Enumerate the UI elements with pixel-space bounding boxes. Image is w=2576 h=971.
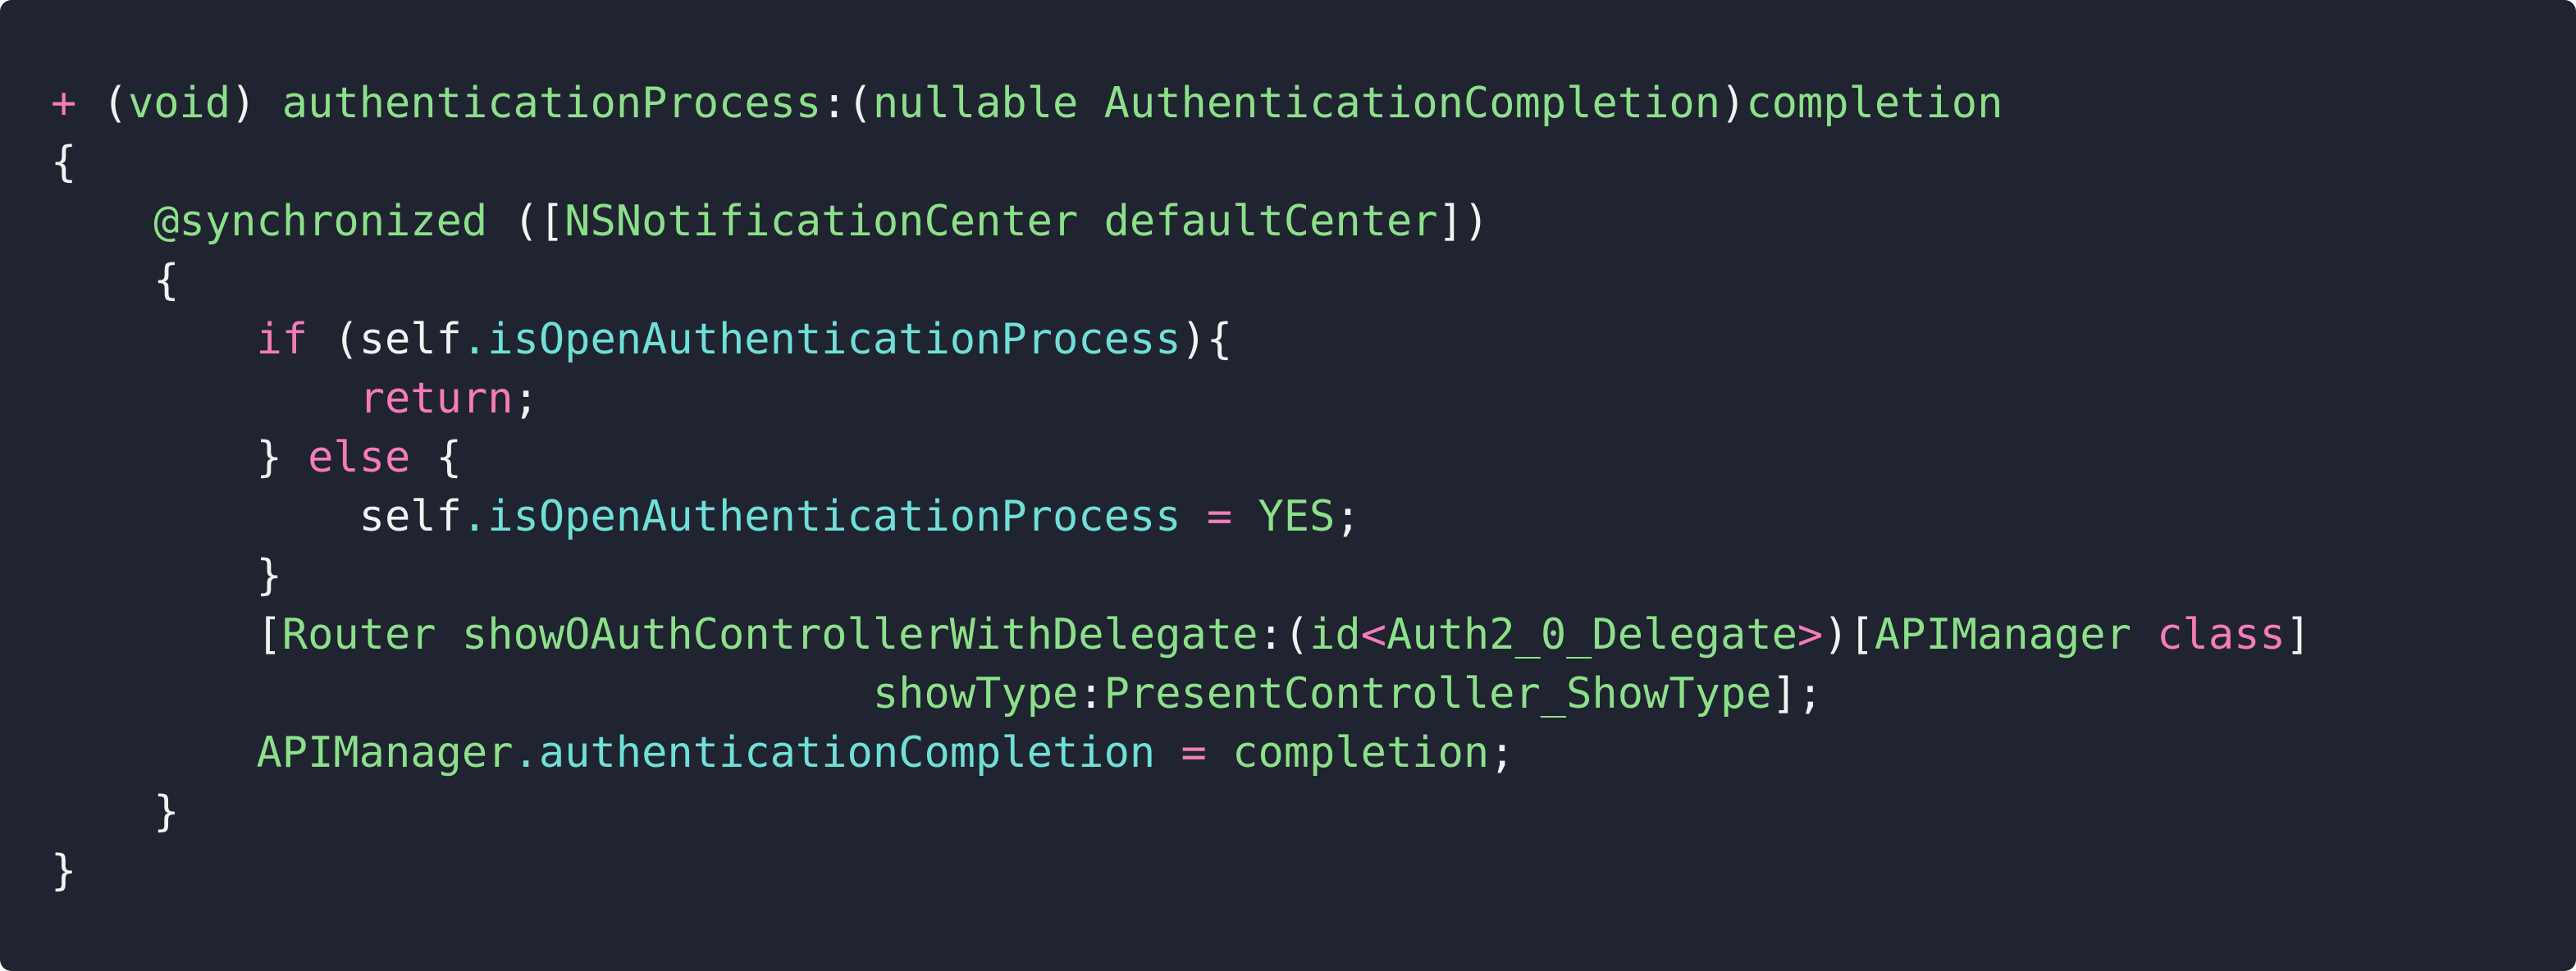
code-token-plain: ){ <box>1181 315 1233 364</box>
code-token-identifier: void <box>127 79 231 128</box>
code-line: showType:PresentController_ShowType]; <box>51 664 2576 723</box>
code-token-plain: ([ <box>487 197 565 246</box>
code-token-identifier: NSNotificationCenter <box>564 197 1079 246</box>
code-token-plain: ) <box>231 79 282 128</box>
code-token-plain: :( <box>1258 610 1310 659</box>
code-block: + (void) authenticationProcess:(nullable… <box>51 74 2576 900</box>
code-line: } <box>51 841 2576 900</box>
code-token-plain: ; <box>1489 728 1515 777</box>
code-token-plain: (self <box>308 315 462 364</box>
code-token-identifier: completion <box>1232 728 1490 777</box>
code-token-identifier: Auth2_0_Delegate <box>1386 610 1797 659</box>
code-line: } <box>51 782 2576 841</box>
code-token-keyword: else <box>308 433 411 482</box>
code-line: { <box>51 251 2576 310</box>
code-token-keyword: > <box>1797 610 1824 659</box>
code-line: } else { <box>51 428 2576 487</box>
code-token-identifier: authenticationProcess <box>281 79 822 128</box>
code-line: { <box>51 133 2576 192</box>
code-token-keyword: + <box>51 79 77 128</box>
code-token-identifier: APIManager <box>1874 610 2131 659</box>
code-token-plain: ) <box>1720 79 1747 128</box>
code-token-identifier: PresentController_ShowType <box>1103 669 1772 718</box>
code-token-identifier: @synchronized <box>153 197 488 246</box>
code-token-identifier: id <box>1309 610 1361 659</box>
code-token-identifier: APIManager <box>256 728 514 777</box>
code-token-identifier: completion <box>1746 79 2003 128</box>
code-token-plain: ]) <box>1437 197 1490 246</box>
code-line: APIManager.authenticationCompletion = co… <box>51 723 2576 782</box>
code-token-keyword: if <box>256 315 308 364</box>
code-token-identifier: Router <box>281 610 436 659</box>
code-token-identifier: defaultCenter <box>1103 197 1438 246</box>
code-token-property: .isOpenAuthenticationProcess <box>461 315 1181 364</box>
code-line: + (void) authenticationProcess:(nullable… <box>51 74 2576 133</box>
code-line: if (self.isOpenAuthenticationProcess){ <box>51 310 2576 369</box>
code-token-keyword: class <box>2157 610 2286 659</box>
code-token-plain: } <box>51 433 308 482</box>
code-token-plain: ]; <box>1771 669 1824 718</box>
code-token-keyword: = <box>1181 728 1207 777</box>
code-line: return; <box>51 369 2576 428</box>
code-token-plain: } <box>51 551 282 600</box>
code-line: self.isOpenAuthenticationProcess = YES; <box>51 487 2576 546</box>
code-token-identifier: AuthenticationCompletion <box>1103 79 1720 128</box>
code-token-plain: { <box>51 256 180 305</box>
code-token-plain: ] <box>2285 610 2312 659</box>
code-token-plain: ; <box>513 374 539 423</box>
code-line: @synchronized ([NSNotificationCenter def… <box>51 192 2576 251</box>
code-token-plain: )[ <box>1823 610 1875 659</box>
code-token-identifier: nullable <box>872 79 1079 128</box>
code-token-plain: ( <box>76 79 128 128</box>
code-token-plain: ; <box>1335 492 1361 541</box>
code-token-keyword: = <box>1206 492 1233 541</box>
code-token-plain: { <box>410 433 462 482</box>
code-token-property: .isOpenAuthenticationProcess <box>461 492 1181 541</box>
code-token-identifier: showOAuthControllerWithDelegate <box>461 610 1258 659</box>
code-token-plain: : <box>1078 669 1104 718</box>
code-snippet-panel: + (void) authenticationProcess:(nullable… <box>0 0 2576 971</box>
code-token-plain: { <box>51 138 77 187</box>
code-line: } <box>51 546 2576 605</box>
code-token-plain: } <box>51 846 77 896</box>
code-token-plain: :( <box>821 79 873 128</box>
code-token-plain: self <box>51 492 462 541</box>
code-token-keyword: < <box>1360 610 1386 659</box>
code-token-identifier: YES <box>1258 492 1336 541</box>
code-line: [Router showOAuthControllerWithDelegate:… <box>51 605 2576 664</box>
code-token-plain: [ <box>51 610 282 659</box>
code-token-identifier: showType <box>872 669 1079 718</box>
code-token-plain: } <box>51 787 180 837</box>
code-token-keyword: return <box>359 374 514 423</box>
code-token-property: .authenticationCompletion <box>513 728 1156 777</box>
